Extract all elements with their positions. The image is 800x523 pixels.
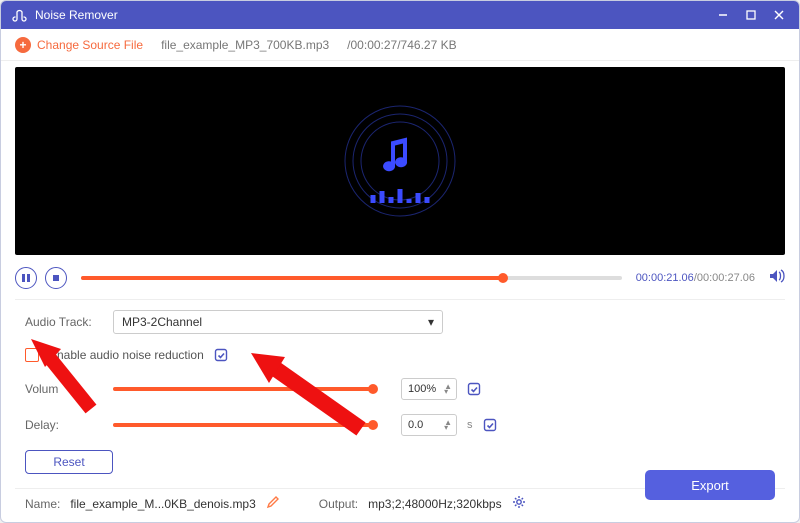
source-filename: file_example_MP3_700KB.mp3 — [161, 38, 329, 52]
music-note-icon — [383, 134, 417, 179]
enable-noise-reduction-label: Enable audio noise reduction — [49, 348, 204, 362]
seek-slider[interactable] — [81, 276, 622, 280]
app-window: Noise Remover + Change Source File file_… — [0, 0, 800, 523]
output-name-value: file_example_M...0KB_denois.mp3 — [70, 497, 255, 511]
export-button[interactable]: Export — [645, 470, 775, 500]
settings-panel: Audio Track: MP3-2Channel ▾ Enable audio… — [1, 300, 799, 488]
delay-slider[interactable] — [113, 423, 373, 427]
output-format-value: mp3;2;48000Hz;320kbps — [368, 497, 501, 511]
noise-reduction-settings-icon[interactable] — [214, 348, 228, 362]
time-display: 00:00:21.06/00:00:27.06 — [636, 272, 755, 284]
delay-apply-icon[interactable] — [483, 418, 497, 432]
change-source-label: Change Source File — [37, 38, 143, 52]
transport-bar: 00:00:21.06/00:00:27.06 — [1, 261, 799, 299]
current-time: 00:00:21.06 — [636, 272, 694, 284]
app-title: Noise Remover — [35, 8, 118, 22]
change-source-button[interactable]: + Change Source File — [15, 37, 143, 53]
total-time: 00:00:27.06 — [697, 272, 755, 284]
play-pause-button[interactable] — [15, 267, 37, 289]
toolbar: + Change Source File file_example_MP3_70… — [1, 29, 799, 61]
reset-button[interactable]: Reset — [25, 450, 113, 474]
volume-icon[interactable] — [769, 269, 785, 288]
equalizer-icon — [371, 189, 430, 203]
delay-unit: s — [467, 419, 473, 431]
chevron-down-icon: ▾ — [428, 315, 434, 329]
titlebar: Noise Remover — [1, 1, 799, 29]
delay-label: Delay: — [25, 418, 103, 432]
volume-apply-icon[interactable] — [467, 382, 481, 396]
audio-track-value: MP3-2Channel — [122, 315, 202, 329]
volume-value: 100% — [408, 383, 436, 395]
close-button[interactable] — [765, 1, 793, 29]
delay-value-input[interactable]: 0.0 ▲▾ — [401, 414, 457, 436]
volume-value-input[interactable]: 100% ▲▾ — [401, 378, 457, 400]
volume-label: Volum — [25, 382, 103, 396]
minimize-button[interactable] — [709, 1, 737, 29]
delay-value: 0.0 — [408, 419, 423, 431]
enable-noise-reduction-checkbox[interactable] — [25, 348, 39, 362]
name-label: Name: — [25, 497, 60, 511]
plus-icon: + — [15, 37, 31, 53]
audio-preview — [15, 67, 785, 255]
music-badge — [340, 101, 460, 221]
output-settings-icon[interactable] — [512, 495, 526, 512]
volume-slider[interactable] — [113, 387, 373, 391]
audio-track-label: Audio Track: — [25, 315, 103, 329]
audio-track-select[interactable]: MP3-2Channel ▾ — [113, 310, 443, 334]
source-meta: /00:00:27/746.27 KB — [347, 38, 456, 52]
stop-button[interactable] — [45, 267, 67, 289]
maximize-button[interactable] — [737, 1, 765, 29]
app-icon — [11, 7, 27, 23]
rename-icon[interactable] — [266, 496, 279, 512]
output-label: Output: — [319, 497, 358, 511]
